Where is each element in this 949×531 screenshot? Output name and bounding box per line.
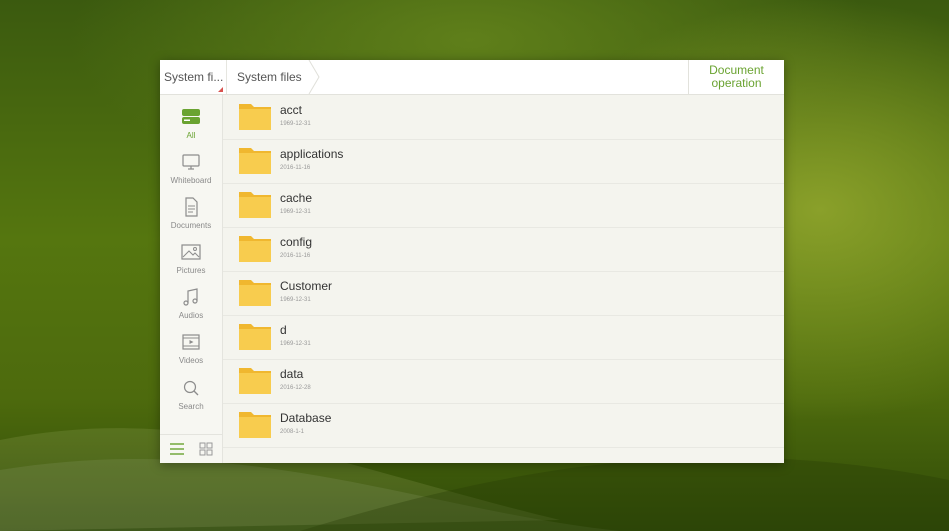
folder-icon [239, 236, 271, 262]
root-tab[interactable]: System fi... [160, 60, 226, 94]
list-item[interactable]: data 2016-12-28 [223, 359, 784, 404]
sidebar-item-label: Audios [178, 311, 204, 320]
list-item[interactable]: Database 2008-1-1 [223, 403, 784, 448]
file-date: 2016-11-16 [280, 165, 311, 171]
folder-icon [239, 324, 271, 350]
sidebar-item-all[interactable]: All [160, 105, 222, 149]
sidebar-item-label: Pictures [176, 266, 206, 275]
sidebar-item-videos[interactable]: Videos [160, 330, 222, 374]
list-item[interactable]: d 1969-12-31 [223, 315, 784, 360]
sidebar-item-documents[interactable]: Documents [160, 195, 222, 239]
file-name: Database [280, 411, 332, 425]
document-operation-label-2: operation [711, 76, 762, 90]
document-icon [185, 197, 198, 217]
search-icon [183, 380, 199, 396]
file-date: 2016-11-16 [280, 253, 311, 259]
file-name: data [280, 367, 304, 381]
folder-icon [239, 192, 271, 218]
file-name: applications [280, 147, 344, 161]
list-view-icon[interactable] [169, 441, 185, 457]
sidebar-item-label: Videos [178, 356, 204, 365]
sidebar-item-label: Whiteboard [170, 176, 212, 185]
film-icon [182, 334, 200, 350]
folder-icon [239, 104, 271, 130]
folder-icon [239, 148, 271, 174]
monitor-icon [182, 154, 200, 170]
breadcrumb[interactable]: System files [226, 60, 320, 94]
sidebar-item-label: Documents [170, 221, 212, 230]
file-date: 1969-12-31 [280, 209, 311, 215]
sidebar-item-label: All [186, 131, 196, 140]
grid-view-icon[interactable] [198, 441, 214, 457]
category-sidebar: All Whiteboard Documents Pictures Audios… [160, 95, 223, 463]
file-name: cache [280, 191, 313, 205]
sidebar-item-search[interactable]: Search [160, 376, 222, 420]
list-item[interactable]: config 2016-11-16 [223, 227, 784, 272]
file-list: acct 1969-12-31 applications 2016-11-16 … [223, 95, 784, 463]
document-operation-button[interactable]: Document operation [688, 60, 784, 94]
file-manager-window: System fi... System files Document opera… [160, 60, 784, 463]
breadcrumb-label: System files [237, 70, 302, 84]
sidebar-item-label: Search [178, 402, 204, 411]
list-item[interactable]: cache 1969-12-31 [223, 183, 784, 228]
file-date: 2016-12-28 [280, 385, 311, 391]
file-date: 2008-1-1 [280, 429, 305, 435]
folder-icon [239, 412, 271, 438]
file-date: 1969-12-31 [280, 341, 311, 347]
view-toggle [160, 434, 222, 463]
drive-icon [182, 109, 200, 124]
sidebar-item-whiteboard[interactable]: Whiteboard [160, 150, 222, 194]
file-date: 1969-12-31 [280, 297, 311, 303]
sidebar-item-audios[interactable]: Audios [160, 285, 222, 329]
folder-icon [239, 368, 271, 394]
file-name: Customer [280, 279, 333, 293]
root-tab-label: System fi... [164, 70, 224, 84]
image-icon [181, 244, 201, 260]
file-name: acct [280, 103, 303, 117]
top-bar: System fi... System files Document opera… [160, 60, 784, 95]
list-item[interactable]: acct 1969-12-31 [223, 95, 784, 140]
file-name: d [280, 323, 287, 337]
sidebar-item-pictures[interactable]: Pictures [160, 240, 222, 284]
list-item[interactable]: applications 2016-11-16 [223, 139, 784, 184]
folder-icon [239, 280, 271, 306]
file-name: config [280, 235, 313, 249]
list-item[interactable]: Customer 1969-12-31 [223, 271, 784, 316]
dropdown-corner-icon [218, 87, 223, 92]
music-note-icon [183, 288, 198, 306]
breadcrumb-chevron-icon [308, 60, 320, 94]
file-date: 1969-12-31 [280, 121, 311, 127]
